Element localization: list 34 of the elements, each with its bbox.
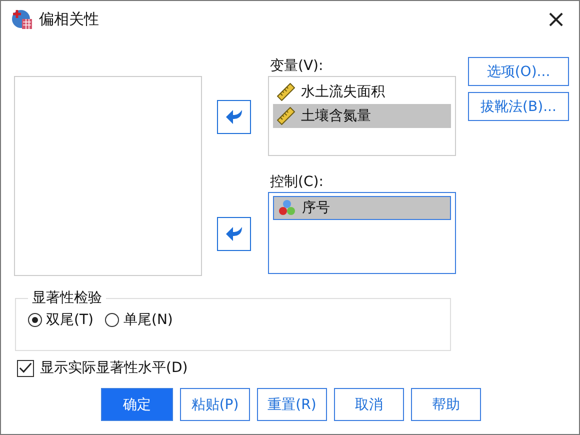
- list-label: 控制(C):: [269, 173, 324, 192]
- list-label: 变量(V):: [269, 57, 324, 76]
- radio-option[interactable]: 双尾(T): [28, 311, 94, 329]
- radio-option[interactable]: 单尾(N): [105, 311, 173, 329]
- list-item[interactable]: 序号: [273, 196, 451, 220]
- dialog-button[interactable]: 帮助: [411, 388, 481, 421]
- radio-button[interactable]: [105, 313, 120, 327]
- dialog-button[interactable]: 确定: [101, 388, 173, 421]
- app-icon: [11, 8, 33, 30]
- balls-icon: [278, 199, 296, 217]
- radio-label: 双尾(T): [46, 311, 94, 329]
- arrow-icon: [225, 109, 243, 125]
- variable-name: 土壤含氮量: [301, 107, 371, 125]
- dialog-button[interactable]: 选项(O)...: [468, 57, 569, 86]
- list-item[interactable]: 土壤含氮量: [273, 104, 451, 128]
- controls-list[interactable]: 序号: [268, 192, 456, 274]
- move-button[interactable]: [217, 217, 251, 251]
- variables-list[interactable]: 水土流失面积 土壤含氮量: [268, 76, 456, 156]
- checkbox-label: 显示实际显著性水平(D): [40, 359, 188, 377]
- dialog-button[interactable]: 重置(R): [257, 388, 327, 421]
- arrow-icon: [225, 226, 243, 242]
- checkbox[interactable]: [17, 360, 34, 376]
- close-button[interactable]: ×: [533, 1, 579, 37]
- radio-button[interactable]: [28, 313, 42, 327]
- variable-name: 水土流失面积: [301, 83, 385, 101]
- dialog-button[interactable]: 取消: [334, 388, 404, 421]
- list-item[interactable]: 水土流失面积: [273, 80, 451, 104]
- dialog-button[interactable]: 拔靴法(B)...: [468, 92, 569, 121]
- window-title: 偏相关性: [39, 10, 99, 28]
- group-title: 显著性检验: [31, 289, 103, 307]
- variable-name: 序号: [302, 199, 330, 217]
- dialog-button[interactable]: 粘贴(P): [180, 388, 250, 421]
- radio-label: 单尾(N): [123, 311, 173, 329]
- move-button[interactable]: [217, 100, 251, 134]
